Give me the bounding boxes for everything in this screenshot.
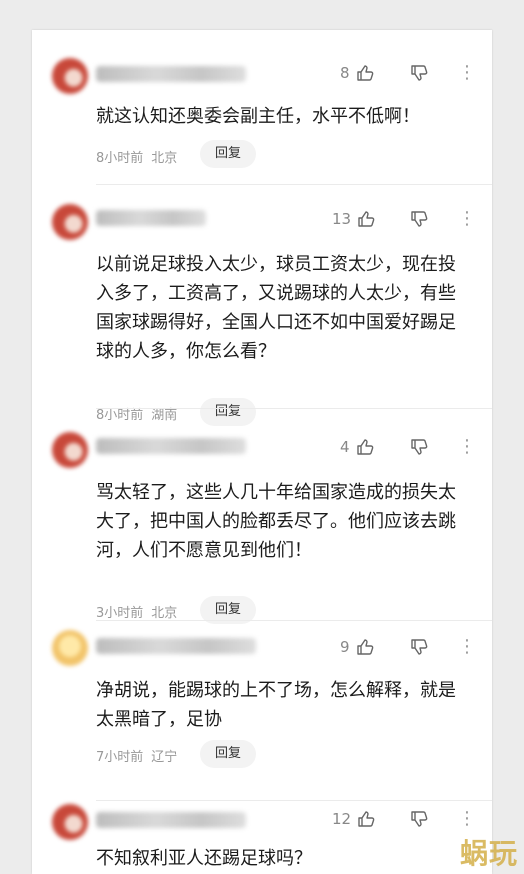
thumbs-down-icon	[411, 639, 428, 655]
user-avatar[interactable]	[52, 204, 88, 240]
like-count: 12	[332, 810, 352, 828]
thumbs-down-icon	[411, 65, 428, 81]
comment-time: 3小时前	[96, 606, 144, 621]
like-button[interactable]: 9	[340, 638, 374, 656]
comment-text: 就这认知还奥委会副主任，水平不低啊！	[96, 106, 420, 127]
comment-location: 北京	[151, 606, 178, 621]
comment-location: 北京	[151, 151, 178, 166]
comment-text: 不知叙利亚人还踢足球吗？	[96, 848, 312, 869]
thumbs-down-icon	[411, 811, 428, 827]
like-count: 8	[340, 64, 350, 82]
comment-meta: 7小时前 辽宁	[96, 746, 177, 765]
comment-time: 8小时前	[96, 151, 144, 166]
dislike-button[interactable]	[410, 438, 428, 460]
user-avatar[interactable]	[52, 630, 88, 666]
comment-item: 13 ⋮ 以前说足球投入太少，球员工资太少，现在投入多了，工资高了，又说踢球的人…	[32, 180, 492, 426]
like-button[interactable]: 13	[332, 210, 375, 228]
comment-time: 7小时前	[96, 750, 144, 765]
right-margin	[492, 0, 524, 874]
more-vertical-icon[interactable]: ⋮	[458, 638, 476, 656]
thumbs-down-icon	[411, 211, 428, 227]
thumbs-down-icon	[411, 439, 428, 455]
comment-list: 8 ⋮ 就这认知还奥委会副主任，水平不低啊！ 8小时前 北京 回复 13 ⋮ 以…	[32, 30, 492, 874]
comment-item: 12 ⋮ 不知叙利亚人还踢足球吗？	[32, 800, 492, 874]
like-button[interactable]: 8	[340, 64, 374, 82]
more-vertical-icon[interactable]: ⋮	[458, 64, 476, 82]
username-blurred[interactable]	[96, 66, 246, 82]
more-vertical-icon[interactable]: ⋮	[458, 438, 476, 456]
comment-text: 净胡说，能踢球的上不了场，怎么解释，就是太黑暗了，足协	[96, 680, 456, 730]
like-count: 4	[340, 438, 350, 456]
username-blurred[interactable]	[96, 438, 246, 454]
dislike-button[interactable]	[410, 810, 428, 832]
left-margin	[0, 0, 32, 874]
like-button[interactable]: 4	[340, 438, 374, 456]
dislike-button[interactable]	[410, 638, 428, 660]
comment-meta: 8小时前 北京	[96, 147, 177, 166]
reply-button[interactable]: 回复	[200, 740, 256, 768]
thumbs-up-icon	[358, 811, 375, 827]
like-count: 13	[332, 210, 352, 228]
reply-button[interactable]: 回复	[200, 140, 256, 168]
more-vertical-icon[interactable]: ⋮	[458, 810, 476, 828]
like-button[interactable]: 12	[332, 810, 375, 828]
dislike-button[interactable]	[410, 64, 428, 86]
username-blurred[interactable]	[96, 210, 206, 226]
user-avatar[interactable]	[52, 432, 88, 468]
thumbs-up-icon	[356, 639, 373, 655]
user-avatar[interactable]	[52, 804, 88, 840]
comment-meta: 3小时前 北京	[96, 602, 177, 621]
username-blurred[interactable]	[96, 638, 256, 654]
thumbs-up-icon	[358, 211, 375, 227]
comment-item: 4 ⋮ 骂太轻了，这些人几十年给国家造成的损失太大了，把中国人的脸都丢尽了。他们…	[32, 408, 492, 624]
comment-location: 辽宁	[151, 750, 178, 765]
comment-text: 骂太轻了，这些人几十年给国家造成的损失太大了，把中国人的脸都丢尽了。他们应该去跳…	[96, 482, 456, 561]
thumbs-up-icon	[356, 439, 373, 455]
dislike-button[interactable]	[410, 210, 428, 232]
like-count: 9	[340, 638, 350, 656]
comment-item: 9 ⋮ 净胡说，能踢球的上不了场，怎么解释，就是太黑暗了，足协 7小时前 辽宁 …	[32, 620, 492, 800]
more-vertical-icon[interactable]: ⋮	[458, 210, 476, 228]
username-blurred[interactable]	[96, 812, 246, 828]
user-avatar[interactable]	[52, 58, 88, 94]
comment-text: 以前说足球投入太少，球员工资太少，现在投入多了，工资高了，又说踢球的人太少，有些…	[96, 254, 456, 362]
thumbs-up-icon	[356, 65, 373, 81]
comment-item: 8 ⋮ 就这认知还奥委会副主任，水平不低啊！ 8小时前 北京 回复	[32, 30, 492, 180]
site-watermark: 蜗玩	[459, 837, 518, 870]
